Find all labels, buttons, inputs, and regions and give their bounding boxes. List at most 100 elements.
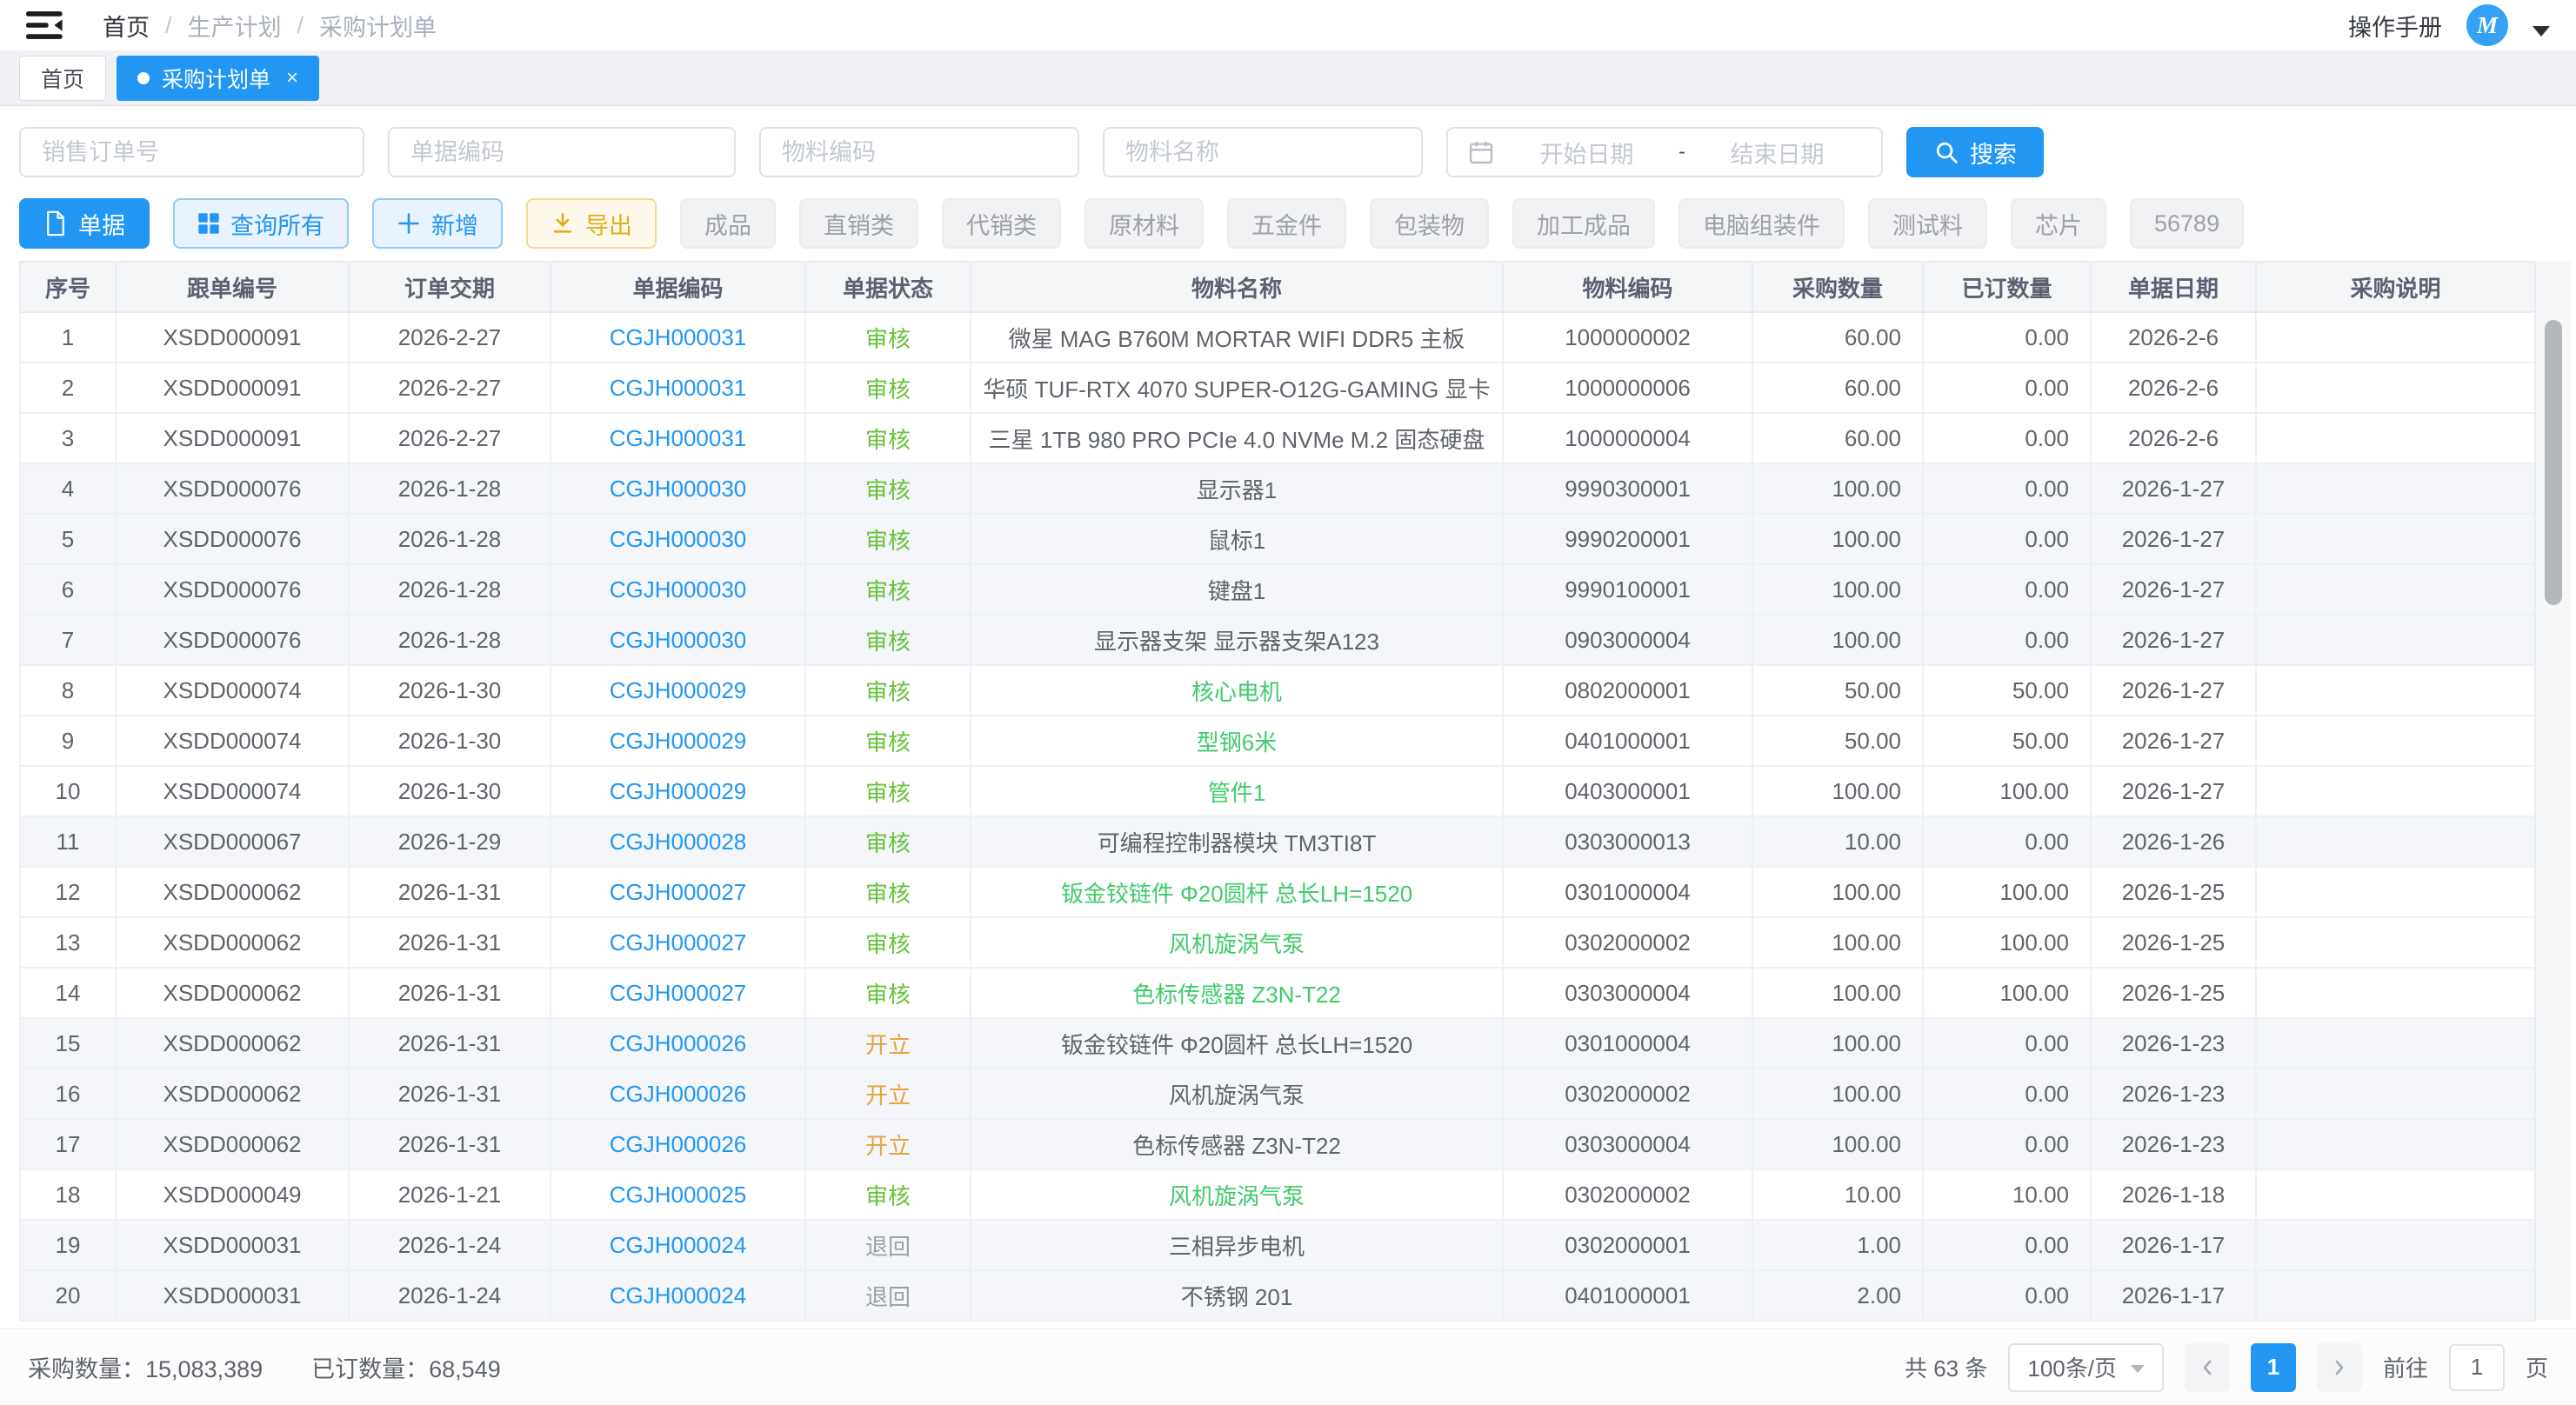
category-button-8[interactable]: 测试料 (1868, 198, 1987, 249)
category-button-3[interactable]: 原材料 (1084, 198, 1204, 249)
category-button-10[interactable]: 56789 (2130, 198, 2244, 249)
table-row: 7XSDD0000762026-1-28CGJH000030审核显示器支架 显示… (20, 615, 2535, 665)
cell-doc-link[interactable]: CGJH000026 (551, 1018, 805, 1069)
cell-doc-link[interactable]: CGJH000025 (551, 1169, 805, 1220)
cell-order-no: XSDD000076 (116, 615, 349, 665)
cell-index: 7 (20, 615, 116, 665)
cell-order-no: XSDD000074 (116, 716, 349, 766)
export-button[interactable]: 导出 (526, 198, 657, 249)
add-button-label: 新增 (431, 207, 478, 241)
cell-note (2256, 766, 2535, 816)
category-button-9[interactable]: 芯片 (2011, 198, 2106, 249)
cell-doc-date: 2026-1-25 (2091, 867, 2256, 917)
cell-doc-link[interactable]: CGJH000029 (551, 766, 805, 816)
column-header-6: 物料编码 (1503, 262, 1752, 312)
cell-index: 11 (20, 816, 116, 867)
tab-purchase-plan[interactable]: 采购计划单 × (117, 56, 319, 101)
material-code-input[interactable] (759, 127, 1079, 177)
cell-ordered-qty: 0.00 (1923, 1270, 2091, 1321)
cell-delivery-date: 2026-1-24 (349, 1270, 551, 1321)
search-icon (1933, 139, 1959, 165)
cell-doc-link[interactable]: CGJH000031 (551, 312, 805, 363)
category-button-5[interactable]: 包装物 (1370, 198, 1489, 249)
cell-doc-link[interactable]: CGJH000030 (551, 564, 805, 615)
cell-doc-link[interactable]: CGJH000024 (551, 1270, 805, 1321)
tab-label: 采购计划单 (162, 63, 270, 94)
cell-material-code: 0903000004 (1503, 615, 1752, 665)
avatar[interactable]: M (2466, 4, 2508, 46)
page-1-button[interactable]: 1 (2251, 1343, 2296, 1392)
cell-material-code: 0301000004 (1503, 1018, 1752, 1069)
cell-material-name: 显示器1 (971, 463, 1503, 514)
page-size-select[interactable]: 100条/页 (2008, 1343, 2164, 1392)
cell-material-name: 风机旋涡气泵 (971, 1169, 1503, 1220)
cell-delivery-date: 2026-2-27 (349, 363, 551, 413)
cell-doc-link[interactable]: CGJH000031 (551, 363, 805, 413)
tab-home[interactable]: 首页 (19, 56, 106, 101)
cell-status: 审核 (805, 968, 971, 1018)
add-button[interactable]: 新增 (372, 198, 503, 249)
chevron-down-icon[interactable] (2533, 26, 2550, 37)
toolbar: 单据 查询所有 新增 导出 成品直销类代销类原材料五金件包装物加工成品电脑组装件… (0, 198, 2576, 249)
ordered-qty-total-value: 68,549 (429, 1356, 501, 1382)
cell-doc-link[interactable]: CGJH000027 (551, 867, 805, 917)
cell-status: 审核 (805, 363, 971, 413)
cell-doc-link[interactable]: CGJH000027 (551, 917, 805, 968)
close-icon[interactable]: × (286, 66, 298, 90)
cell-doc-link[interactable]: CGJH000026 (551, 1069, 805, 1119)
category-button-1[interactable]: 直销类 (799, 198, 918, 249)
category-button-6[interactable]: 加工成品 (1512, 198, 1655, 249)
search-button[interactable]: 搜索 (1906, 127, 2044, 177)
breadcrumb-home[interactable]: 首页 (103, 9, 150, 43)
prev-page-button[interactable] (2185, 1343, 2230, 1392)
cell-delivery-date: 2026-1-31 (349, 867, 551, 917)
category-button-7[interactable]: 电脑组装件 (1678, 198, 1845, 249)
material-name-input[interactable] (1103, 127, 1423, 177)
sales-order-input[interactable] (19, 127, 364, 177)
category-button-4[interactable]: 五金件 (1227, 198, 1346, 249)
cell-material-code: 0303000004 (1503, 968, 1752, 1018)
scrollbar-thumb[interactable] (2545, 320, 2562, 605)
cell-doc-link[interactable]: CGJH000031 (551, 413, 805, 463)
cell-doc-date: 2026-1-27 (2091, 665, 2256, 716)
cell-index: 20 (20, 1270, 116, 1321)
cell-ordered-qty: 0.00 (1923, 615, 2091, 665)
cell-doc-link[interactable]: CGJH000026 (551, 1119, 805, 1169)
cell-doc-link[interactable]: CGJH000027 (551, 968, 805, 1018)
cell-status: 开立 (805, 1069, 971, 1119)
category-button-2[interactable]: 代销类 (942, 198, 1061, 249)
cell-doc-link[interactable]: CGJH000028 (551, 816, 805, 867)
cell-order-no: XSDD000062 (116, 1119, 349, 1169)
cell-doc-link[interactable]: CGJH000024 (551, 1220, 805, 1270)
footer-bar: 采购数量：15,083,389 已订数量：68,549 共 63 条 100条/… (0, 1328, 2576, 1405)
cell-order-no: XSDD000031 (116, 1270, 349, 1321)
cell-ordered-qty: 0.00 (1923, 1119, 2091, 1169)
breadcrumb-separator: / (297, 12, 304, 39)
document-button[interactable]: 单据 (19, 198, 150, 249)
cell-status: 审核 (805, 917, 971, 968)
cell-index: 19 (20, 1220, 116, 1270)
cell-purchase-qty: 1.00 (1752, 1220, 1923, 1270)
next-page-button[interactable] (2317, 1343, 2362, 1392)
breadcrumb-production-plan[interactable]: 生产计划 (188, 9, 282, 43)
cell-doc-link[interactable]: CGJH000029 (551, 716, 805, 766)
cell-doc-link[interactable]: CGJH000029 (551, 665, 805, 716)
date-range-picker[interactable]: 开始日期 - 结束日期 (1446, 127, 1883, 177)
cell-doc-link[interactable]: CGJH000030 (551, 463, 805, 514)
cell-note (2256, 312, 2535, 363)
cell-status: 审核 (805, 564, 971, 615)
manual-link[interactable]: 操作手册 (2348, 9, 2442, 43)
cell-purchase-qty: 100.00 (1752, 1069, 1923, 1119)
breadcrumb-current: 采购计划单 (319, 9, 437, 43)
goto-page-input[interactable] (2449, 1344, 2505, 1391)
query-all-button[interactable]: 查询所有 (173, 198, 349, 249)
doc-code-input[interactable] (388, 127, 736, 177)
sidebar-collapse-icon[interactable] (26, 8, 64, 43)
cell-doc-link[interactable]: CGJH000030 (551, 514, 805, 564)
chevron-down-icon (2131, 1365, 2145, 1373)
table-row: 14XSDD0000622026-1-31CGJH000027审核色标传感器 Z… (20, 968, 2535, 1018)
cell-ordered-qty: 0.00 (1923, 463, 2091, 514)
cell-doc-link[interactable]: CGJH000030 (551, 615, 805, 665)
category-button-0[interactable]: 成品 (680, 198, 776, 249)
cell-purchase-qty: 2.00 (1752, 1270, 1923, 1321)
